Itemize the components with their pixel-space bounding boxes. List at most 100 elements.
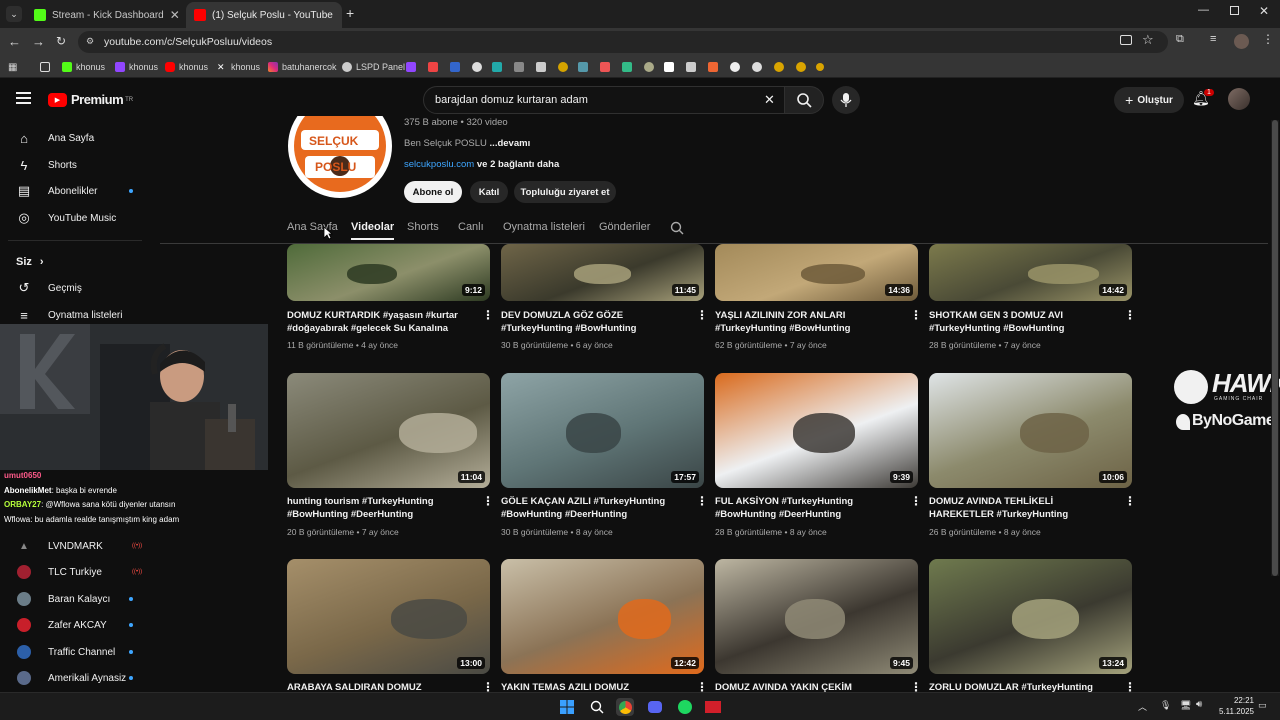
more-options-icon[interactable]: ⋮ [1124, 494, 1136, 508]
video-title[interactable]: hunting tourism #TurkeyHunting #BowHunti… [287, 495, 477, 521]
sidebar-item-youtube-music[interactable]: ◎ YouTube Music [8, 205, 148, 231]
cast-icon[interactable] [1120, 35, 1132, 45]
tab-playlists[interactable]: Oynatma listeleri [503, 221, 585, 233]
more-links-button[interactable]: ve 2 bağlantı daha [477, 159, 559, 170]
hamburger-menu-icon[interactable] [16, 92, 31, 104]
notifications-button[interactable]: 🔔︎ 1 [1192, 89, 1214, 110]
new-tab-button[interactable]: + [346, 5, 354, 21]
video-thumbnail[interactable]: 11:45 [501, 244, 704, 301]
subscribe-button[interactable]: Abone ol [404, 181, 462, 203]
volume-icon[interactable]: 🔊︎ [1196, 699, 1202, 710]
extensions-icon[interactable]: ⧉ [1176, 33, 1184, 46]
reload-icon[interactable]: ↻ [56, 34, 66, 48]
back-arrow-icon[interactable]: ← [8, 34, 21, 49]
channel-description[interactable]: Ben Selçuk POSLU ...devamı [404, 138, 530, 149]
windows-start-icon[interactable] [558, 698, 576, 716]
close-tab-icon[interactable]: ✕ [170, 8, 180, 22]
sidebar-item-history[interactable]: ↺ Geçmiş [8, 275, 148, 301]
video-title[interactable]: DOMUZ KURTARDIK #yaşasın #kurtar #doğaya… [287, 309, 477, 335]
search-button[interactable] [784, 86, 824, 114]
more-options-icon[interactable]: ⋮ [696, 494, 708, 508]
forward-arrow-icon[interactable]: → [32, 34, 45, 49]
video-title[interactable]: FUL AKSİYON #TurkeyHunting #BowHunting #… [715, 495, 905, 521]
video-thumbnail[interactable]: 9:12 [287, 244, 490, 301]
bookmark-khonus-x[interactable]: ✕ khonus [217, 60, 260, 74]
bookmark-lspd-panel[interactable]: LSPD Panel [342, 60, 405, 74]
subscription-item[interactable]: Traffic Channel [8, 639, 148, 665]
video-title[interactable]: DEV DOMUZLA GÖZ GÖZE #TurkeyHunting #Bow… [501, 309, 691, 335]
clear-search-icon[interactable]: ✕ [764, 92, 775, 108]
video-thumbnail[interactable]: 9:45 [715, 559, 918, 674]
maximize-window-icon[interactable] [1230, 6, 1239, 15]
tab-search-button[interactable]: ⌄ [6, 6, 22, 22]
minimize-window-icon[interactable]: — [1198, 4, 1209, 16]
notification-center-icon[interactable]: ▭ [1258, 700, 1267, 711]
video-thumbnail[interactable]: 12:42 [501, 559, 704, 674]
bookmark-khonus-youtube[interactable]: khonus [165, 60, 208, 74]
video-thumbnail[interactable]: 9:39 [715, 373, 918, 488]
sidebar-item-home[interactable]: ⌂ Ana Sayfa [8, 125, 148, 151]
video-thumbnail[interactable]: 14:36 [715, 244, 918, 301]
create-button[interactable]: + Oluştur [1114, 87, 1184, 113]
bookmark-batuhanercok[interactable]: batuhanercok [268, 60, 337, 74]
tray-mic-icon[interactable]: 🎙︎ [1160, 700, 1171, 711]
page-scrollbar[interactable] [1271, 120, 1279, 576]
video-title[interactable]: SHOTKAM GEN 3 DOMUZ AVI #TurkeyHunting #… [929, 309, 1119, 335]
address-bar[interactable]: ⚙ youtube.com/c/SelçukPosluu/videos [78, 31, 1168, 53]
tab-live[interactable]: Canlı [458, 221, 484, 233]
video-title[interactable]: GÖLE KAÇAN AZILI #TurkeyHunting #BowHunt… [501, 495, 691, 521]
tab-posts[interactable]: Gönderiler [599, 221, 650, 233]
reading-list-icon[interactable]: ≡ [1210, 33, 1216, 45]
video-thumbnail[interactable]: 17:57 [501, 373, 704, 488]
sidebar-item-subscriptions[interactable]: ▤ Abonelikler [8, 178, 148, 204]
subscription-item[interactable]: Amerikali Aynasiz [8, 665, 148, 691]
spotify-icon[interactable] [676, 698, 694, 716]
more-options-icon[interactable]: ⋮ [696, 308, 708, 322]
profile-avatar[interactable] [1234, 34, 1249, 49]
channel-avatar[interactable]: SELÇUK POSLU [287, 116, 393, 200]
video-thumbnail[interactable]: 13:00 [287, 559, 490, 674]
apps-grid-icon[interactable]: ▦ [8, 60, 17, 74]
subscription-item[interactable]: Baran Kalaycı [8, 586, 148, 612]
more-options-icon[interactable]: ⋮ [910, 494, 922, 508]
video-thumbnail[interactable]: 10:06 [929, 373, 1132, 488]
voice-search-button[interactable] [832, 86, 860, 114]
account-avatar[interactable] [1228, 88, 1250, 110]
bookmark-khonus-twitch[interactable]: khonus [115, 60, 158, 74]
subscription-item[interactable]: ▲ LVNDMARK ((•)) [8, 533, 148, 559]
browser-tab-youtube[interactable]: (1) Selçuk Poslu - YouTube 🔊 ✕ [186, 2, 342, 28]
video-thumbnail[interactable]: 13:24 [929, 559, 1132, 674]
tab-videos[interactable]: Videolar [351, 221, 395, 240]
search-icon[interactable] [588, 698, 606, 716]
join-button[interactable]: Katıl [470, 181, 508, 203]
chrome-icon[interactable] [616, 698, 634, 716]
more-options-icon[interactable]: ⋮ [482, 494, 494, 508]
browser-menu-icon[interactable]: ⋮ [1262, 32, 1274, 46]
video-title[interactable]: DOMUZ AVINDA TEHLİKELİ HAREKETLER #Turke… [929, 495, 1119, 521]
youtube-premium-logo[interactable]: ▶ Premium TR [48, 92, 133, 107]
bookmark-khonus-kick[interactable]: khonus [62, 60, 105, 74]
close-window-icon[interactable]: ✕ [1259, 4, 1269, 18]
visit-community-button[interactable]: Topluluğu ziyaret et [514, 181, 616, 203]
channel-search-icon[interactable] [670, 221, 684, 240]
channel-website-link[interactable]: selcukposlu.com [404, 159, 474, 170]
more-options-icon[interactable]: ⋮ [910, 308, 922, 322]
tab-shorts[interactable]: Shorts [407, 221, 439, 233]
bookmark-icon-strip[interactable] [404, 61, 824, 73]
site-info-icon[interactable]: ⚙ [86, 36, 94, 47]
discord-icon[interactable] [646, 698, 664, 716]
tray-chevron-icon[interactable]: ︿ [1138, 700, 1147, 713]
subscription-item[interactable]: TLC Turkiye ((•)) [8, 559, 148, 585]
subscription-item[interactable]: Zafer AKCAY [8, 612, 148, 638]
bookmark-star-icon[interactable]: ☆ [1142, 32, 1154, 48]
video-title[interactable]: YAŞLI AZILININ ZOR ANLARI #TurkeyHunting… [715, 309, 905, 335]
more-options-icon[interactable]: ⋮ [482, 308, 494, 322]
stream-app-icon[interactable] [704, 698, 722, 716]
browser-tab-kick[interactable]: Stream - Kick Dashboard ✕ [26, 2, 182, 28]
video-thumbnail[interactable]: 14:42 [929, 244, 1132, 301]
more-options-icon[interactable]: ⋮ [1124, 308, 1136, 322]
video-thumbnail[interactable]: 11:04 [287, 373, 490, 488]
search-input[interactable]: barajdan domuz kurtaran adam ✕ [423, 86, 785, 114]
sidebar-you-section[interactable]: Siz › [8, 249, 148, 275]
sidebar-item-shorts[interactable]: ϟ Shorts [8, 152, 148, 178]
